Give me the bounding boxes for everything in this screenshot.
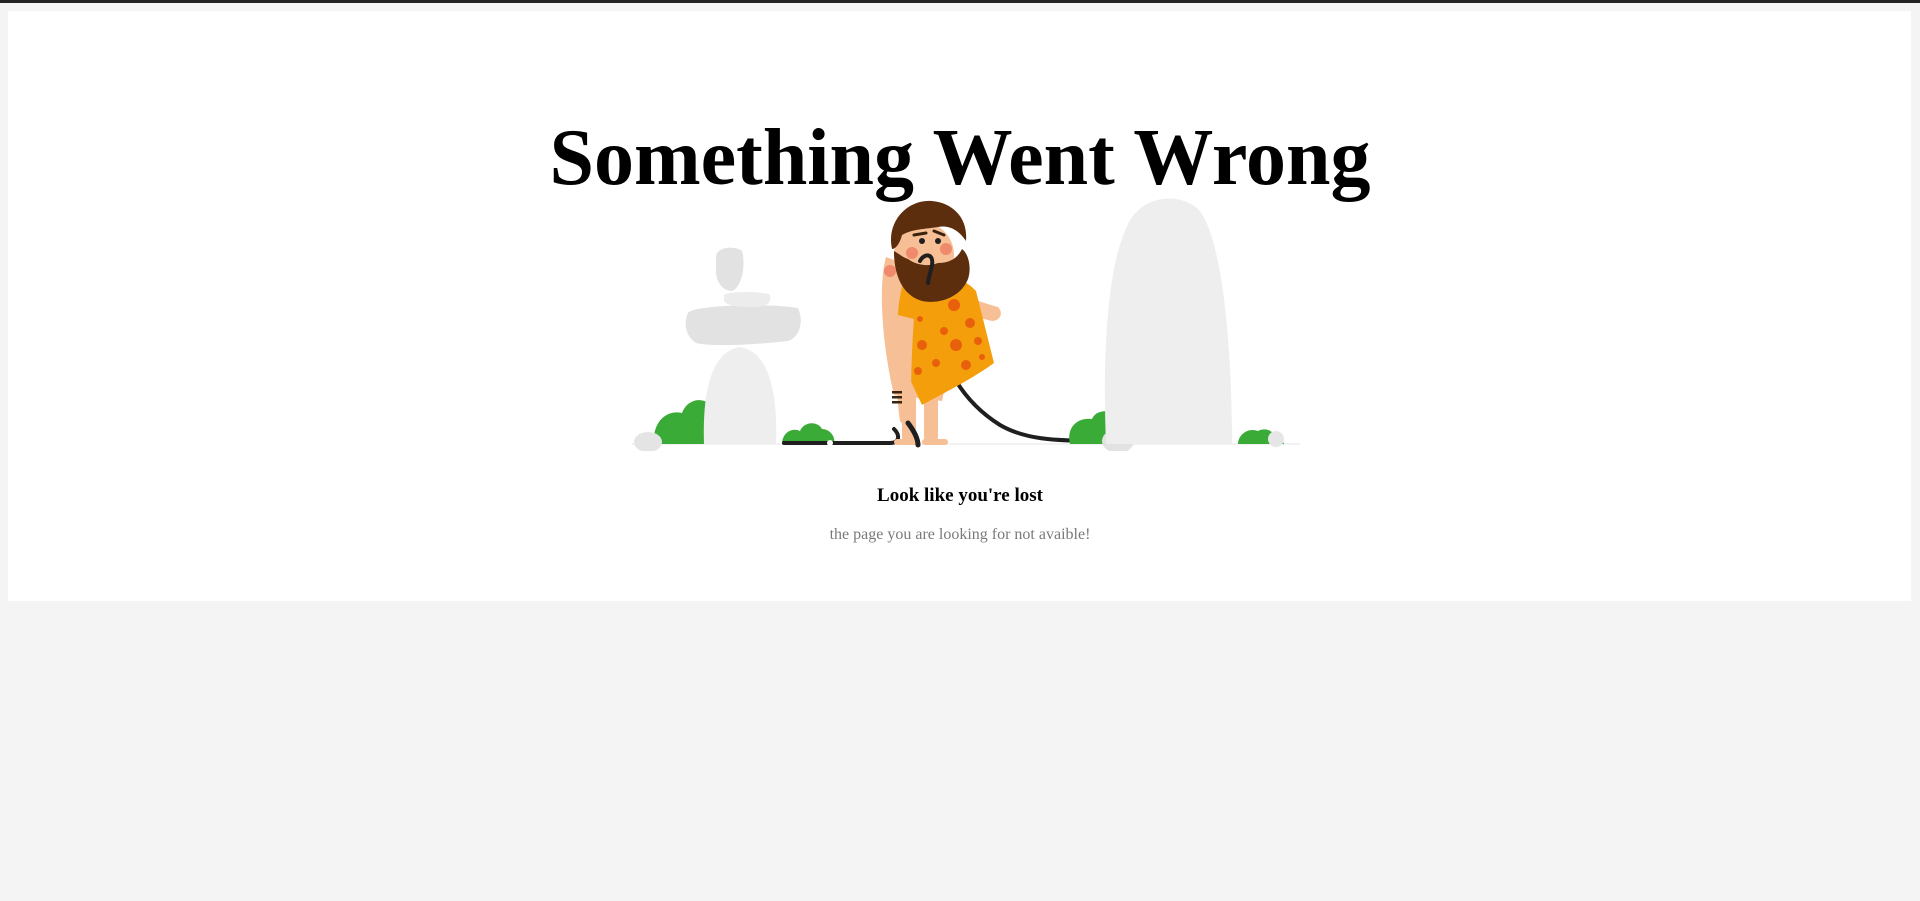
page-title: Something Went Wrong: [549, 114, 1371, 202]
arm-bands: [892, 391, 902, 404]
pebble-far-right: [1268, 431, 1284, 447]
cable-knot: [827, 440, 833, 446]
eye: [919, 238, 925, 244]
rock-tall-right: [1104, 198, 1232, 444]
top-border: [0, 0, 1920, 3]
eye: [935, 238, 941, 244]
caveman-illustration: [632, 198, 1300, 451]
cheek: [906, 247, 918, 259]
bush-middle: [782, 423, 835, 444]
error-message: the page you are looking for not avaible…: [829, 526, 1091, 543]
lost-heading: Look like you're lost: [877, 485, 1043, 506]
cheek: [940, 243, 952, 255]
caveman: [881, 200, 1001, 448]
